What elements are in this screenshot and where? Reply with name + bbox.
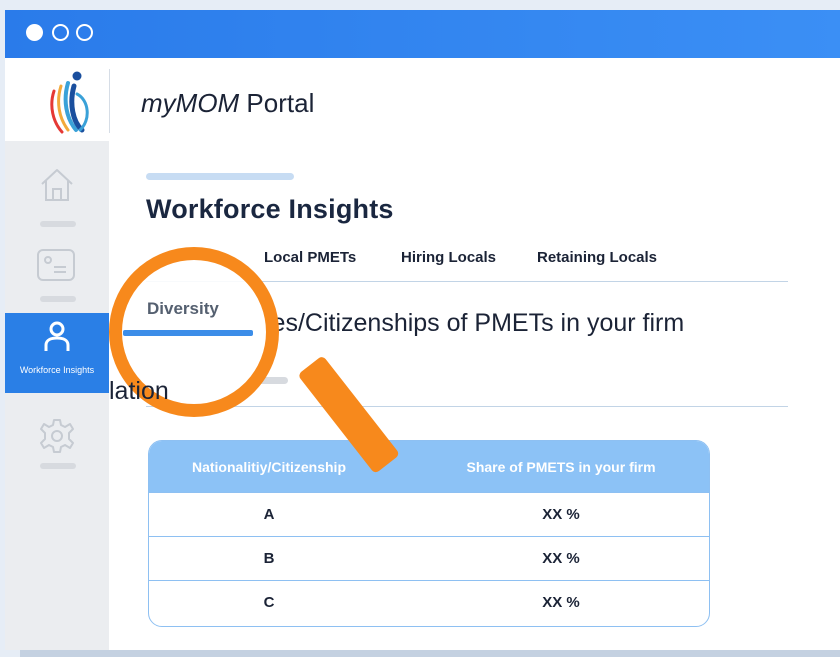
cell-share: XX % <box>542 506 580 523</box>
tab-hiring-locals[interactable]: Hiring Locals <box>401 249 496 266</box>
cell-nationality: C <box>263 594 275 611</box>
active-tab-indicator <box>123 330 253 336</box>
sidebar-item-settings[interactable] <box>5 416 109 476</box>
person-icon <box>44 321 70 351</box>
window-control-close[interactable] <box>26 24 43 41</box>
page-title: Workforce Insights <box>146 194 394 224</box>
window-shadow-strip <box>20 650 840 657</box>
window-control-maximize[interactable] <box>76 24 93 41</box>
sidebar-item-profile[interactable] <box>5 241 109 302</box>
cell-nationality: A <box>263 506 275 523</box>
sidebar-item-label-placeholder <box>40 296 76 302</box>
tab-local-pmets[interactable]: Local PMETs <box>264 249 356 266</box>
nationality-table: Nationalitiy/Citizenship Share of PMETS … <box>148 440 710 627</box>
sidebar-item-label: Workforce Insights <box>19 365 95 375</box>
tab-diversity[interactable]: Diversity <box>147 299 219 319</box>
header-divider <box>109 69 110 133</box>
table-header: Nationalitiy/Citizenship Share of PMETS … <box>149 441 709 492</box>
id-card-icon <box>37 249 75 281</box>
portal-title: myMOM Portal <box>141 88 314 119</box>
sub-heading: lation <box>109 377 169 405</box>
cell-nationality: B <box>263 550 275 567</box>
tab-retaining-locals[interactable]: Retaining Locals <box>537 249 657 266</box>
column-header-nationality: Nationalitiy/Citizenship <box>191 459 346 475</box>
window-titlebar <box>5 10 840 58</box>
sidebar-item-label-placeholder <box>40 463 76 469</box>
table-row: C XX % <box>149 580 709 625</box>
cell-share: XX % <box>542 550 580 567</box>
window-control-minimize[interactable] <box>52 24 69 41</box>
portal-header: myMOM Portal <box>5 58 840 141</box>
portal-title-brand: myMOM <box>141 88 240 118</box>
section-divider <box>146 406 788 407</box>
sidebar-item-workforce-insights[interactable]: Workforce Insights <box>5 313 109 393</box>
section-heading-text: ies/Citizenships of PMETs in your firm <box>266 309 685 337</box>
sidebar: Workforce Insights <box>5 141 109 650</box>
portal-title-suffix: Portal <box>239 88 315 118</box>
mom-logo-icon[interactable] <box>37 66 97 136</box>
column-header-share: Share of PMETS in your firm <box>466 459 656 475</box>
table-row: A XX % <box>149 492 709 537</box>
table-row: B XX % <box>149 536 709 581</box>
title-accent-bar <box>146 173 294 180</box>
cell-share: XX % <box>542 594 580 611</box>
browser-window: myMOM Portal Workforce Insights Workforc… <box>5 10 840 650</box>
sidebar-item-label-placeholder <box>40 221 76 227</box>
home-icon <box>41 169 73 201</box>
gear-icon <box>40 419 74 453</box>
sidebar-item-home[interactable] <box>5 161 109 227</box>
